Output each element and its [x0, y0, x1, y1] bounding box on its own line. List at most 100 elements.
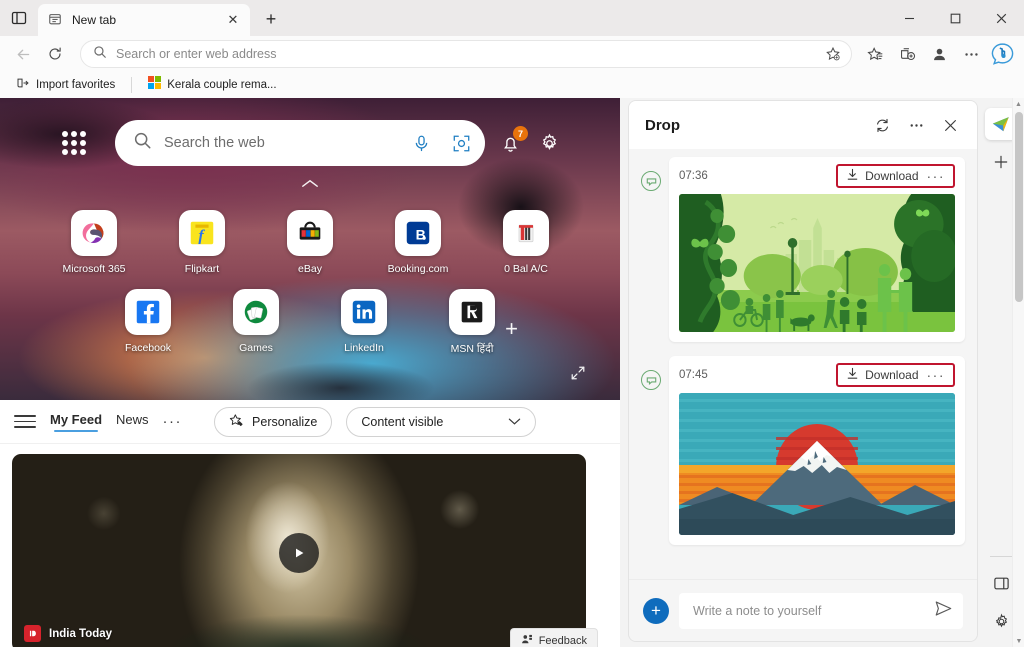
shortcut-flipkart[interactable]: f Flipkart: [171, 210, 233, 275]
feed-toolbar: My Feed News ··· Personalize Content vis…: [0, 400, 620, 444]
drop-message-card: 07:45 Download ···: [669, 356, 965, 545]
message-more-button[interactable]: ···: [925, 173, 948, 179]
personalize-icon: [229, 413, 244, 431]
settings-more-icon[interactable]: [956, 39, 986, 69]
drop-composer: + Write a note to yourself: [629, 579, 977, 641]
shortcut-facebook[interactable]: Facebook: [117, 289, 179, 354]
download-button[interactable]: Download: [846, 168, 918, 184]
maximize-button[interactable]: [932, 0, 978, 36]
shortcut-bank-account[interactable]: 0 Bal A/C: [495, 210, 557, 275]
bookmark-label: Kerala couple rema...: [167, 79, 276, 91]
chevron-up-icon[interactable]: [301, 176, 319, 194]
mountain-sunset-illustration[interactable]: [679, 393, 955, 535]
tab-news[interactable]: News: [116, 412, 149, 431]
bookmark-import-favorites[interactable]: Import favorites: [10, 74, 121, 97]
page-scrollbar[interactable]: ▲ ▼: [1012, 98, 1024, 647]
note-input[interactable]: Write a note to yourself: [693, 604, 926, 618]
profile-icon[interactable]: [924, 39, 954, 69]
web-search-input[interactable]: Search the web: [164, 135, 395, 151]
drop-panel-header: Drop: [629, 101, 977, 149]
personalize-button[interactable]: Personalize: [214, 407, 332, 437]
feed-more-button[interactable]: ···: [163, 418, 183, 426]
search-icon: [133, 131, 152, 155]
scrollbar-thumb[interactable]: [1015, 112, 1023, 302]
park-illustration[interactable]: [679, 194, 955, 332]
copilot-icon[interactable]: [988, 40, 1016, 68]
new-tab-page: Search the web: [0, 98, 620, 647]
download-icon: [846, 168, 859, 184]
message-timestamp: 07:45: [679, 369, 708, 381]
download-icon: [846, 367, 859, 383]
bookmark-kerala-couple[interactable]: Kerala couple rema...: [142, 74, 282, 96]
scroll-up-arrow[interactable]: ▲: [1013, 98, 1024, 110]
shortcut-label: Flipkart: [185, 263, 219, 275]
drop-message-list[interactable]: 07:36 Download ···: [629, 149, 977, 579]
tab-close-icon[interactable]: ✕: [224, 11, 242, 29]
app-launcher-icon[interactable]: [57, 126, 91, 160]
scroll-down-arrow[interactable]: ▼: [1013, 635, 1024, 647]
shortcut-linkedin[interactable]: LinkedIn: [333, 289, 395, 354]
page-settings-icon[interactable]: [535, 129, 563, 157]
sync-icon[interactable]: [867, 110, 897, 140]
title-bar: New tab ✕ +: [0, 0, 1024, 36]
feedback-button[interactable]: Feedback: [510, 628, 598, 647]
shortcut-microsoft-365[interactable]: Microsoft 365: [63, 210, 125, 275]
download-button[interactable]: Download: [846, 367, 918, 383]
address-bar-actions: [821, 42, 845, 66]
shortcut-row-1: Microsoft 365 f Flipkart: [63, 210, 557, 275]
drop-close-button[interactable]: [935, 110, 965, 140]
favorite-add-icon[interactable]: [821, 42, 845, 66]
feedback-icon: [521, 633, 533, 647]
newtab-hero: Search the web: [0, 98, 620, 400]
tab-my-feed[interactable]: My Feed: [50, 412, 102, 431]
content-visible-dropdown[interactable]: Content visible: [346, 407, 536, 437]
add-shortcut-button[interactable]: +: [505, 316, 518, 342]
send-icon[interactable]: [934, 599, 953, 623]
navigation-toolbar: Search or enter web address: [0, 36, 1024, 72]
message-timestamp: 07:36: [679, 170, 708, 182]
import-favorites-icon: [16, 76, 30, 95]
expand-background-icon[interactable]: [570, 365, 586, 386]
back-button[interactable]: [8, 39, 38, 69]
shortcut-games[interactable]: Games: [225, 289, 287, 354]
feed-menu-icon[interactable]: [14, 411, 36, 433]
tab-new-tab[interactable]: New tab ✕: [38, 4, 250, 36]
address-bar[interactable]: Search or enter web address: [80, 40, 852, 68]
notifications-button[interactable]: 7: [495, 128, 525, 158]
drop-message: 07:36 Download ···: [641, 157, 965, 342]
drop-panel-title: Drop: [645, 117, 863, 134]
visual-search-icon[interactable]: [447, 129, 475, 157]
drop-sidebar-panel: Drop: [628, 100, 978, 642]
note-input-box[interactable]: Write a note to yourself: [679, 593, 963, 629]
shortcut-msn-hindi[interactable]: MSN हिंदी: [441, 289, 503, 356]
shortcut-label: Booking.com: [388, 263, 449, 275]
message-more-button[interactable]: ···: [925, 372, 948, 378]
minimize-button[interactable]: [886, 0, 932, 36]
games-icon: [233, 289, 279, 335]
microphone-icon[interactable]: [407, 129, 435, 157]
drop-message-header: 07:45 Download ···: [679, 364, 955, 386]
shortcut-label: eBay: [298, 263, 322, 275]
address-input[interactable]: Search or enter web address: [116, 47, 812, 61]
newtab-search-row: Search the web: [0, 120, 620, 166]
shortcuts-grid: Microsoft 365 f Flipkart: [0, 210, 620, 356]
new-tab-button[interactable]: +: [256, 4, 286, 34]
collections-icon[interactable]: [892, 39, 922, 69]
msn-icon: [449, 289, 495, 335]
refresh-button[interactable]: [40, 39, 70, 69]
drop-more-options-button[interactable]: [901, 110, 931, 140]
play-button[interactable]: [279, 533, 319, 573]
tab-actions-icon[interactable]: [0, 0, 38, 36]
add-attachment-button[interactable]: +: [643, 598, 669, 624]
download-highlight-box: Download ···: [836, 164, 955, 188]
shortcut-booking-com[interactable]: B Booking.com: [387, 210, 449, 275]
self-chat-icon: [641, 171, 661, 191]
close-button[interactable]: [978, 0, 1024, 36]
favorites-icon[interactable]: [860, 39, 890, 69]
personalize-label: Personalize: [252, 415, 317, 429]
bookmark-separator: [131, 77, 132, 93]
web-search-box[interactable]: Search the web: [115, 120, 485, 166]
shortcut-label: Microsoft 365: [62, 263, 125, 275]
shortcut-ebay[interactable]: eBay: [279, 210, 341, 275]
feed-video-card[interactable]: India Today: [12, 454, 586, 647]
